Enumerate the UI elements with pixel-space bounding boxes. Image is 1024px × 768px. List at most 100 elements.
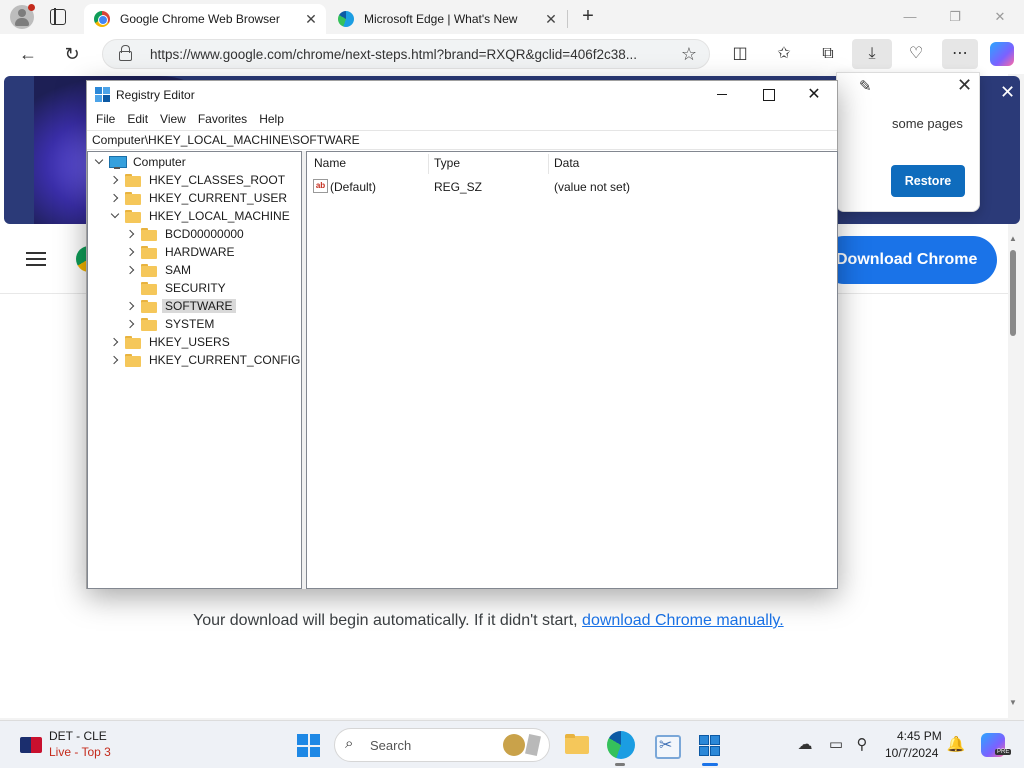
tree-node-hkey-users[interactable]: HKEY_USERS (109, 333, 233, 351)
address-bar[interactable]: Computer\HKEY_LOCAL_MACHINE\SOFTWARE (87, 130, 837, 150)
menu-view[interactable]: View (155, 112, 191, 126)
menu-file[interactable]: File (91, 112, 120, 126)
collections-icon[interactable]: ⧉ (817, 43, 839, 65)
expand-chevron-icon[interactable] (109, 171, 121, 189)
tree-node-sam[interactable]: SAM (125, 261, 194, 279)
clock-date[interactable]: 10/7/2024 (885, 746, 938, 760)
preview-badge: PRE (995, 749, 1012, 755)
new-tab-icon[interactable]: + (578, 6, 598, 28)
clock-time[interactable]: 4:45 PM (897, 729, 942, 743)
column-header-data[interactable]: Data (554, 156, 579, 172)
expand-chevron-icon[interactable] (125, 261, 137, 279)
values-list-pane[interactable]: Name Type Data ab (Default) REG_SZ (valu… (306, 151, 838, 589)
minimize-button[interactable] (699, 81, 745, 108)
browser-essentials-icon[interactable]: ♡ (905, 43, 927, 65)
registry-editor-icon (95, 87, 111, 103)
expand-chevron-icon[interactable] (125, 225, 137, 243)
tab-close-icon[interactable]: ✕ (540, 11, 562, 28)
pin-icon[interactable]: ✎ (859, 77, 872, 95)
close-button[interactable]: ✕ (791, 81, 837, 108)
file-explorer-icon[interactable] (563, 731, 591, 759)
title-bar[interactable]: Registry Editor ✕ (87, 81, 837, 108)
column-header-name[interactable]: Name (314, 156, 346, 172)
icon-cube-part (710, 746, 720, 756)
menu-favorites[interactable]: Favorites (193, 112, 252, 126)
menu-help[interactable]: Help (254, 112, 289, 126)
onedrive-icon[interactable]: ☁ (795, 735, 815, 755)
browser-close-icon[interactable]: ✕ (986, 6, 1014, 28)
tree-node-hkey-current-user[interactable]: HKEY_CURRENT_USER (109, 189, 290, 207)
display-icon[interactable]: ▭ (826, 735, 846, 755)
start-windows-icon[interactable] (297, 734, 320, 757)
folder-icon (141, 317, 157, 331)
refresh-icon[interactable]: ↻ (60, 42, 84, 66)
widget-status-text[interactable]: Live - Top 3 (49, 745, 111, 759)
icon-cube-part (95, 87, 102, 94)
scroll-down-icon[interactable]: ▼ (1009, 698, 1017, 707)
tree-node-computer[interactable]: Computer (93, 153, 189, 171)
expand-chevron-icon[interactable] (125, 315, 137, 333)
tree-node-label: HKEY_USERS (149, 335, 230, 349)
favorite-star-icon[interactable]: ☆ (681, 44, 697, 65)
favorites-icon[interactable]: ✩ (773, 43, 795, 65)
registry-editor-taskbar-icon[interactable] (696, 731, 724, 759)
column-header-type[interactable]: Type (434, 156, 460, 172)
scrollbar-thumb[interactable] (1010, 250, 1016, 336)
edge-taskbar-icon[interactable] (607, 731, 635, 759)
tree-node-hkey-local-machine[interactable]: HKEY_LOCAL_MACHINE (109, 207, 293, 225)
column-separator[interactable] (548, 154, 549, 174)
column-separator[interactable] (428, 154, 429, 174)
more-options-icon[interactable]: ⋯ (949, 43, 971, 65)
tree-node-hardware[interactable]: HARDWARE (125, 243, 238, 261)
collapse-chevron-icon[interactable] (109, 207, 121, 225)
tree-node-hkey-current-config[interactable]: HKEY_CURRENT_CONFIG (109, 351, 303, 369)
snipping-tool-icon[interactable] (652, 731, 681, 759)
popup-close-icon[interactable]: ✕ (957, 75, 972, 96)
collapse-chevron-icon[interactable] (93, 153, 105, 171)
page-scrollbar[interactable]: ▲ ▼ (1008, 234, 1018, 714)
folder-icon (125, 335, 141, 349)
expand-chevron-icon[interactable] (109, 333, 121, 351)
address-bar[interactable]: https://www.google.com/chrome/next-steps… (102, 39, 710, 69)
hamburger-menu-icon[interactable] (26, 252, 46, 266)
tab-actions-icon[interactable] (50, 8, 66, 25)
taskbar-search[interactable]: ⌕ Search (334, 728, 550, 762)
tab-microsoft-edge[interactable]: Microsoft Edge | What's New ✕ (328, 4, 566, 34)
restore-button[interactable]: Restore (891, 165, 965, 197)
expand-chevron-icon[interactable] (125, 243, 137, 261)
downloads-icon[interactable]: ⤓ (861, 43, 883, 65)
profile-avatar-icon[interactable] (10, 4, 35, 29)
notification-bell-icon[interactable]: 🔔 (946, 735, 966, 755)
back-icon[interactable]: ← (16, 42, 40, 66)
value-row[interactable]: ab (Default) REG_SZ (value not set) (313, 178, 833, 196)
key-tree-pane[interactable]: Computer HKEY_CLASSES_ROOT HKEY_CURRENT_… (87, 151, 302, 589)
icon-cube-part (103, 87, 110, 94)
tree-node-bcd00000000[interactable]: BCD00000000 (125, 225, 247, 243)
browser-restore-icon[interactable]: ❐ (941, 6, 969, 28)
maximize-button[interactable] (745, 81, 791, 108)
scroll-up-icon[interactable]: ▲ (1009, 234, 1017, 243)
download-manually-link[interactable]: download Chrome manually. (582, 612, 784, 629)
folder-icon (141, 245, 157, 259)
address-url: https://www.google.com/chrome/next-steps… (150, 47, 637, 62)
window-title: Registry Editor (116, 88, 195, 102)
expand-chevron-icon[interactable] (109, 189, 121, 207)
tab-close-icon[interactable]: ✕ (300, 11, 322, 28)
expand-chevron-icon[interactable] (125, 297, 137, 315)
widget-score-text[interactable]: DET - CLE (49, 729, 107, 743)
expand-chevron-icon[interactable] (109, 351, 121, 369)
copilot-icon[interactable] (990, 42, 1014, 66)
tree-node-hkey-classes-root[interactable]: HKEY_CLASSES_ROOT (109, 171, 288, 189)
tree-node-security[interactable]: SECURITY (125, 279, 229, 297)
banner-close-icon[interactable]: ✕ (1000, 82, 1015, 103)
download-chrome-button[interactable]: Download Chrome (820, 236, 997, 284)
tree-node-software[interactable]: SOFTWARE (125, 297, 236, 315)
lock-icon[interactable] (119, 45, 132, 61)
browser-minimize-icon[interactable]: — (896, 6, 924, 28)
split-screen-icon[interactable]: ◫ (729, 43, 751, 65)
tree-node-system[interactable]: SYSTEM (125, 315, 217, 333)
network-icon[interactable]: ⚲ (852, 735, 872, 755)
sports-widget-icon[interactable] (20, 737, 42, 753)
tab-google-chrome[interactable]: Google Chrome Web Browser ✕ (84, 4, 326, 34)
menu-edit[interactable]: Edit (122, 112, 153, 126)
